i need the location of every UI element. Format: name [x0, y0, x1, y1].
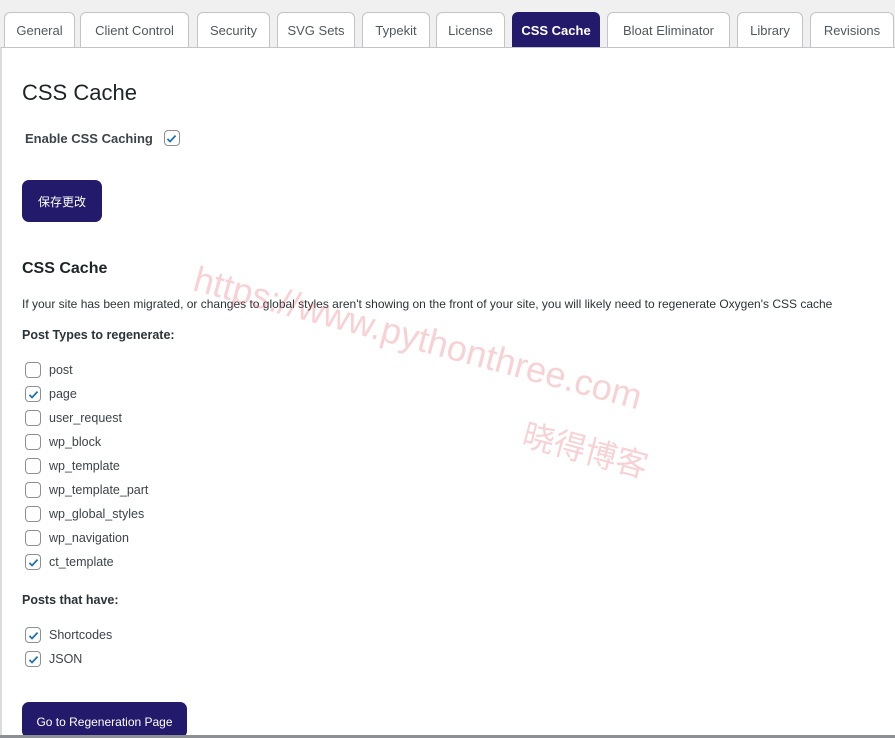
posts-that-have-checkbox[interactable]	[25, 627, 41, 643]
tab-svg-sets[interactable]: SVG Sets	[277, 12, 355, 48]
post-type-option: wp_block	[25, 434, 101, 450]
posts-that-have-checkbox[interactable]	[25, 651, 41, 667]
post-type-option: wp_template	[25, 458, 120, 474]
checkmark-icon	[28, 631, 38, 640]
settings-tabs: General Client Control Security SVG Sets…	[0, 12, 895, 48]
post-type-option: wp_navigation	[25, 530, 129, 546]
post-type-option-label: user_request	[49, 411, 122, 425]
post-type-checkbox[interactable]	[25, 362, 41, 378]
post-type-checkbox[interactable]	[25, 530, 41, 546]
post-type-checkbox[interactable]	[25, 554, 41, 570]
post-type-option: page	[25, 386, 77, 402]
post-type-checkbox[interactable]	[25, 458, 41, 474]
section-description: If your site has been migrated, or chang…	[22, 297, 833, 311]
enable-css-caching-checkbox[interactable]	[163, 130, 180, 146]
tab-security[interactable]: Security	[197, 12, 270, 48]
go-to-regeneration-page-button[interactable]: Go to Regeneration Page	[22, 702, 187, 738]
post-type-checkbox[interactable]	[25, 434, 41, 450]
posts-that-have-option: Shortcodes	[25, 627, 112, 643]
post-type-option-label: ct_template	[49, 555, 114, 569]
post-type-option-label: wp_global_styles	[49, 507, 145, 521]
tab-library[interactable]: Library	[737, 12, 803, 48]
post-type-option-label: page	[49, 387, 77, 401]
tab-typekit[interactable]: Typekit	[362, 12, 430, 48]
settings-panel	[0, 47, 895, 735]
enable-css-caching-label: Enable CSS Caching	[25, 130, 153, 146]
posts-that-have-label: Posts that have:	[22, 593, 119, 607]
posts-that-have-option-label: JSON	[49, 652, 83, 666]
post-type-checkbox[interactable]	[25, 506, 41, 522]
posts-that-have-option: JSON	[25, 651, 82, 667]
post-type-checkbox[interactable]	[25, 410, 41, 426]
post-type-option: wp_template_part	[25, 482, 148, 498]
post-type-option: wp_global_styles	[25, 506, 144, 522]
save-changes-button[interactable]: 保存更改	[22, 180, 102, 222]
post-type-option-label: wp_block	[49, 435, 102, 449]
post-type-option-label: wp_template	[49, 459, 120, 473]
enable-css-caching-row: Enable CSS Caching	[25, 130, 180, 146]
tab-license[interactable]: License	[436, 12, 505, 48]
tab-bloat-eliminator[interactable]: Bloat Eliminator	[607, 12, 730, 48]
tab-client-control[interactable]: Client Control	[80, 12, 189, 48]
post-types-label: Post Types to regenerate:	[22, 328, 175, 342]
post-type-option: post	[25, 362, 73, 378]
posts-that-have-option-label: Shortcodes	[49, 628, 113, 642]
post-type-checkbox[interactable]	[25, 482, 41, 498]
post-type-option-label: wp_template_part	[49, 483, 149, 497]
post-type-option: user_request	[25, 410, 122, 426]
post-type-checkbox[interactable]	[25, 386, 41, 402]
post-type-option-label: wp_navigation	[49, 531, 129, 545]
tab-revisions[interactable]: Revisions	[810, 12, 894, 48]
section-title: CSS Cache	[22, 260, 108, 277]
post-type-option: ct_template	[25, 554, 114, 570]
tab-general[interactable]: General	[4, 12, 75, 48]
checkmark-icon	[167, 134, 177, 143]
page-title: CSS Cache	[22, 80, 137, 105]
checkmark-icon	[28, 390, 38, 399]
post-type-option-label: post	[49, 363, 73, 377]
checkmark-icon	[28, 558, 38, 567]
checkmark-icon	[28, 655, 38, 664]
tab-css-cache[interactable]: CSS Cache	[512, 12, 600, 48]
